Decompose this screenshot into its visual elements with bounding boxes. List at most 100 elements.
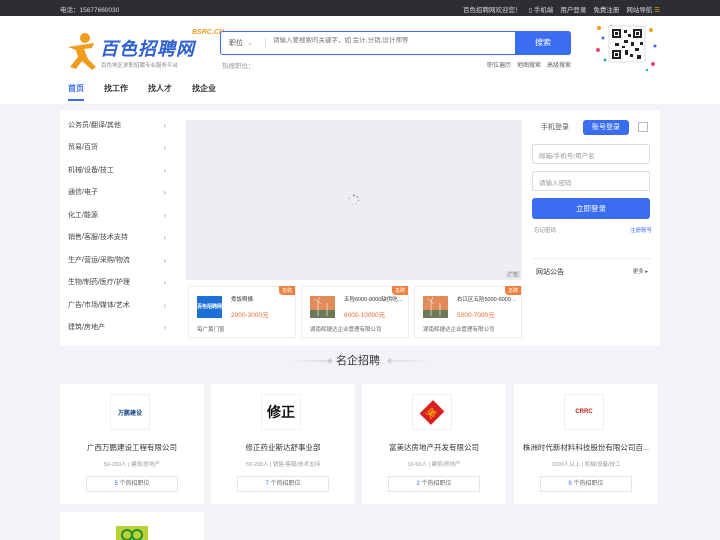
company-name: 株洲时代新材料科技股份有限公司百... (522, 443, 650, 452)
hot-jobs-button[interactable]: 5 个热招职位 (86, 476, 178, 492)
category-item[interactable]: 生产/营运/采购/物流 › (68, 255, 172, 275)
hot-suffix: 个热招职位 (573, 481, 604, 487)
company-card[interactable]: 美 富美达房地产开发有限公司 10-50人 | 建筑/房地产 2 个热招职位 (362, 384, 506, 504)
site-nav-link[interactable]: 网站导航 ☰ (626, 4, 660, 14)
hot-count: 5 (114, 481, 118, 487)
phone-icon: ▯ (528, 7, 533, 14)
company-card[interactable]: 修正 修正药业斯达舒事业部 50-200人 | 销售/客服/技术支持 7 个热招… (211, 384, 355, 504)
company-card[interactable]: CRRC 株洲时代新材料科技股份有限公司百... 1000人以上 | 机械/设备… (514, 384, 658, 504)
search-button[interactable]: 搜索 (515, 30, 571, 55)
top-bar: 电话：15677660030 百色招聘网欢迎您！ ▯ 手机端 用户登录 免费注册… (0, 0, 720, 16)
category-item[interactable]: 建筑/房地产 › (68, 322, 172, 342)
login-link[interactable]: 用户登录 (560, 4, 586, 14)
hot-jobs-button[interactable]: 6 个热招职位 (540, 476, 632, 492)
divider-right (390, 360, 430, 362)
hot-jobs-button[interactable]: 7 个热招职位 (237, 476, 329, 492)
password-field[interactable]: 请输入密码 (532, 171, 650, 191)
nav-find-company[interactable]: 找企业 (192, 83, 216, 101)
chevron-right-icon: › (163, 323, 166, 332)
divider-left (290, 360, 330, 362)
top-links: 百色招聘网欢迎您！ ▯ 手机端 用户登录 免费注册 网站导航 ☰ (463, 4, 660, 14)
logo-cn-text: 百色招聘网 (100, 39, 195, 59)
job-salary: 6000-10000元 (344, 312, 386, 319)
category-item[interactable]: 销售/客服/技术支持 › (68, 232, 172, 252)
chevron-right-icon: › (163, 278, 166, 287)
category-label: 生产/营运/采购/物流 (68, 257, 130, 264)
site-logo[interactable]: 百色招聘网 BSRC.CN 百色地区求职招聘专业服务平台 (64, 29, 224, 77)
quick-link-advanced[interactable]: 高级搜索 (547, 60, 571, 69)
company-card[interactable]: 万鹏建设 广西万鹏建设工程有限公司 50-200人 | 建筑/房地产 5 个热招… (60, 384, 204, 504)
company-logo-text: 万鹏建设 (117, 410, 142, 417)
job-card[interactable]: 百色招聘网 煮饭啊姨 2000-3000元 每广黄门窗 急聘 (188, 286, 296, 338)
site-nav-label: 网站导航 (626, 7, 653, 14)
category-item[interactable]: 贸易/百货 › (68, 142, 172, 162)
nav-find-job[interactable]: 找工作 (104, 83, 128, 101)
company-logo: CRRC (564, 394, 604, 430)
category-item[interactable]: 生物/制药/医疗/护理 › (68, 277, 172, 297)
category-item[interactable]: 广告/市场/媒体/艺术 › (68, 300, 172, 320)
company-meta: 50-200人 | 销售/客服/技术支持 (245, 462, 321, 468)
urgent-badge: 急聘 (278, 286, 295, 295)
search-input[interactable] (273, 37, 513, 44)
hot-jobs-button[interactable]: 2 个热招职位 (388, 476, 480, 492)
job-title: 五险6000-8000缺供吃... (344, 297, 403, 303)
quick-link-map[interactable]: 地图搜索 (517, 60, 541, 69)
chevron-right-icon: › (163, 166, 166, 175)
login-button[interactable]: 立即登录 (532, 198, 650, 219)
company-meta: 10-50人 | 建筑/房地产 (407, 462, 461, 468)
nav-home[interactable]: 首页 (68, 83, 84, 101)
company-meta: 50-200人 | 建筑/房地产 (103, 462, 161, 468)
category-label: 销售/客服/技术支持 (68, 234, 128, 241)
company-card[interactable] (60, 512, 204, 540)
mobile-link[interactable]: ▯ 手机端 (528, 4, 553, 14)
forgot-password-link[interactable]: 忘记密码 (534, 226, 556, 234)
company-logo: 美 (412, 394, 452, 430)
category-label: 机械/设备/技工 (68, 167, 114, 174)
diamond-icon (327, 358, 333, 364)
hot-suffix: 个热招职位 (119, 481, 150, 487)
hot-suffix: 个热招职位 (421, 481, 452, 487)
company-logo: 修正 (261, 394, 301, 430)
job-company: 湖南辉捷达企业管理有限公司 (423, 327, 495, 333)
section-header: 名企招聘 (0, 352, 720, 372)
nav-find-talent[interactable]: 找人才 (148, 83, 172, 101)
search-type-select[interactable]: 职位 ⌄ (229, 38, 253, 48)
register-link[interactable]: 免费注册 (593, 4, 619, 14)
company-logo-text: 修正 (267, 405, 295, 421)
company-name: 修正药业斯达舒事业部 (245, 443, 321, 452)
phone-text: 电话：15677660030 (60, 7, 120, 14)
notice-more-link[interactable]: 更多 ▸ (633, 267, 648, 275)
tab-account-login[interactable]: 账号登录 (583, 120, 629, 135)
company-industry: 建筑/房地产 (131, 462, 161, 468)
job-title: 煮饭啊姨 (231, 297, 254, 303)
chevron-right-icon: › (163, 301, 166, 310)
register-link[interactable]: 注册账号 (630, 226, 652, 234)
job-card[interactable]: 右江区五险5000-6000... 5000-7000元 湖南辉捷达企业管理有限… (414, 286, 522, 338)
runner-logo-icon (68, 33, 96, 70)
tab-phone-login[interactable]: 手机登录 (532, 120, 578, 135)
ad-tag: 广告 (505, 271, 520, 278)
category-item[interactable]: 化工/能源 › (68, 210, 172, 230)
job-salary: 2000-3000元 (231, 312, 269, 319)
company-logo (116, 526, 148, 540)
category-item[interactable]: 通信/电子 › (68, 187, 172, 207)
qr-login-icon[interactable] (638, 122, 648, 132)
divider (265, 38, 266, 49)
company-industry: 建筑/房地产 (431, 462, 461, 468)
category-item[interactable]: 公务员/翻译/其他 › (68, 120, 172, 140)
urgent-badge: 急聘 (504, 286, 521, 295)
username-field[interactable]: 邮箱/手机号/用户名 (532, 144, 650, 164)
job-card[interactable]: 五险6000-8000缺供吃... 6000-10000元 湖南辉捷达企业管理有… (301, 286, 409, 338)
mobile-label: 手机端 (533, 7, 554, 14)
main-nav: 首页 找工作 找人才 找企业 (68, 83, 216, 101)
company-industry: 销售/客服/技术支持 (273, 462, 321, 468)
chevron-down-icon: ⌄ (247, 40, 253, 47)
quick-link-browse[interactable]: 职位遍历 (487, 60, 511, 69)
category-item[interactable]: 机械/设备/技工 › (68, 165, 172, 185)
more-label: 更多 (632, 269, 644, 275)
login-panel: 手机登录 账号登录 邮箱/手机号/用户名 请输入密码 立即登录 忘记密码 注册账… (532, 118, 652, 238)
banner-carousel[interactable]: 广告 (186, 120, 522, 280)
hot-count: 6 (568, 481, 572, 487)
welcome-text: 百色招聘网欢迎您！ (462, 7, 522, 14)
wind-turbine-image (310, 296, 335, 318)
